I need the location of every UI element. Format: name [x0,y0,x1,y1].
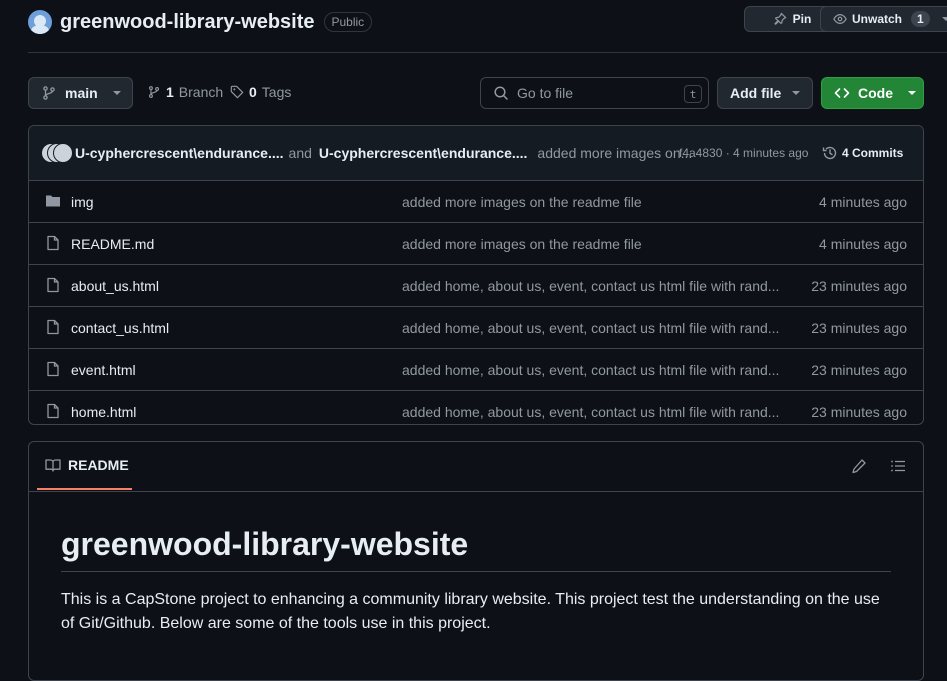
commit-avatars [41,143,73,163]
file-icon [45,277,61,293]
branches-count: 1 [166,84,174,100]
unwatch-button[interactable]: Unwatch 1 [820,6,947,32]
file-commit-message[interactable]: added home, about us, event, contact us … [402,404,782,420]
file-name[interactable]: contact_us.html [71,320,169,336]
commit-hash-time[interactable]: f4a4830 · 4 minutes ago [679,146,808,160]
code-button[interactable]: Code [821,77,924,109]
header-divider [28,52,947,53]
readme-heading: greenwood-library-website [61,526,891,572]
file-name[interactable]: event.html [71,362,136,378]
file-icon [45,361,61,377]
visibility-badge: Public [323,12,373,32]
commit-and-text: and [288,145,312,161]
readme-paragraph: This is a CapStone project to enhancing … [61,591,880,632]
tags-link[interactable]: 0 Tags [230,84,291,100]
watch-count: 1 [911,11,930,27]
file-name[interactable]: about_us.html [71,278,159,294]
commits-label: 4 Commits [842,146,904,160]
git-branch-icon [147,85,161,99]
pin-label: Pin [792,12,812,26]
file-name[interactable]: home.html [71,404,136,420]
repo-header: greenwood-library-website Public Pin Unw… [28,6,947,36]
commit-author-1[interactable]: U-cyphercrescent\endurance.... [75,145,284,161]
history-icon [822,145,838,161]
branches-label: Branch [178,84,224,100]
search-placeholder: Go to file [517,85,574,101]
pin-icon [773,12,787,26]
file-commit-message[interactable]: added more images on the readme file [402,236,782,252]
file-time: 23 minutes ago [811,319,907,336]
file-icon [45,403,61,419]
tab-readme[interactable]: README [37,442,132,490]
list-outline-icon[interactable] [890,458,906,474]
file-row[interactable]: img added more images on the readme file… [29,181,923,223]
repo-title[interactable]: greenwood-library-website [60,11,315,34]
readme-panel: README greenwood-library-website This is… [28,441,924,681]
file-time: 4 minutes ago [819,193,907,210]
pencil-icon[interactable] [851,458,867,474]
commits-link[interactable]: 4 Commits [822,145,903,161]
file-table: U-cyphercrescent\endurance.... and U-cyp… [28,125,924,425]
go-to-file-input[interactable]: Go to file t [480,77,709,109]
file-row[interactable]: contact_us.html added home, about us, ev… [29,307,923,349]
chevron-down-icon [907,88,917,98]
code-icon [834,85,850,101]
eye-icon [833,12,847,26]
chevron-down-icon [941,14,947,24]
file-name[interactable]: README.md [71,236,154,252]
avatar[interactable] [53,143,73,163]
file-commit-message[interactable]: added more images on the readme file [402,194,782,210]
file-time: 23 minutes ago [811,403,907,420]
branches-link[interactable]: 1 Branch [147,84,223,100]
file-time: 23 minutes ago [811,361,907,378]
commit-message[interactable]: added more images on... [537,145,692,161]
file-time: 4 minutes ago [819,235,907,252]
file-row[interactable]: home.html added home, about us, event, c… [29,391,923,424]
file-commit-message[interactable]: added home, about us, event, contact us … [402,320,782,336]
file-commit-message[interactable]: added home, about us, event, contact us … [402,278,782,294]
branch-selector[interactable]: main [28,77,133,109]
tags-label: Tags [261,84,292,100]
add-file-label: Add file [730,85,782,101]
file-icon [45,235,61,251]
branch-name: main [65,85,98,101]
chevron-down-icon [791,88,801,98]
git-branch-icon [41,85,57,101]
tags-count: 0 [249,84,257,100]
latest-commit-bar: U-cyphercrescent\endurance.... and U-cyp… [29,126,923,181]
chevron-down-icon [112,88,122,98]
search-icon [493,85,509,101]
file-row[interactable]: about_us.html added home, about us, even… [29,265,923,307]
readme-body: greenwood-library-website This is a CapS… [29,526,923,636]
owner-avatar[interactable] [28,10,52,34]
file-name[interactable]: img [71,194,94,210]
readme-tab-label: README [68,457,129,473]
code-label: Code [858,85,893,101]
folder-icon [45,193,61,209]
unwatch-label: Unwatch [852,12,903,26]
file-time: 23 minutes ago [811,277,907,294]
commit-author-2[interactable]: U-cyphercrescent\endurance.... [319,145,528,161]
file-commit-message[interactable]: added home, about us, event, contact us … [402,362,782,378]
tag-icon [230,85,244,99]
file-icon [45,319,61,335]
shortcut-key: t [684,85,702,103]
book-icon [45,457,61,473]
add-file-button[interactable]: Add file [717,77,813,109]
file-row[interactable]: README.md added more images on the readm… [29,223,923,265]
file-row[interactable]: event.html added home, about us, event, … [29,349,923,391]
readme-tabbar: README [29,442,923,492]
